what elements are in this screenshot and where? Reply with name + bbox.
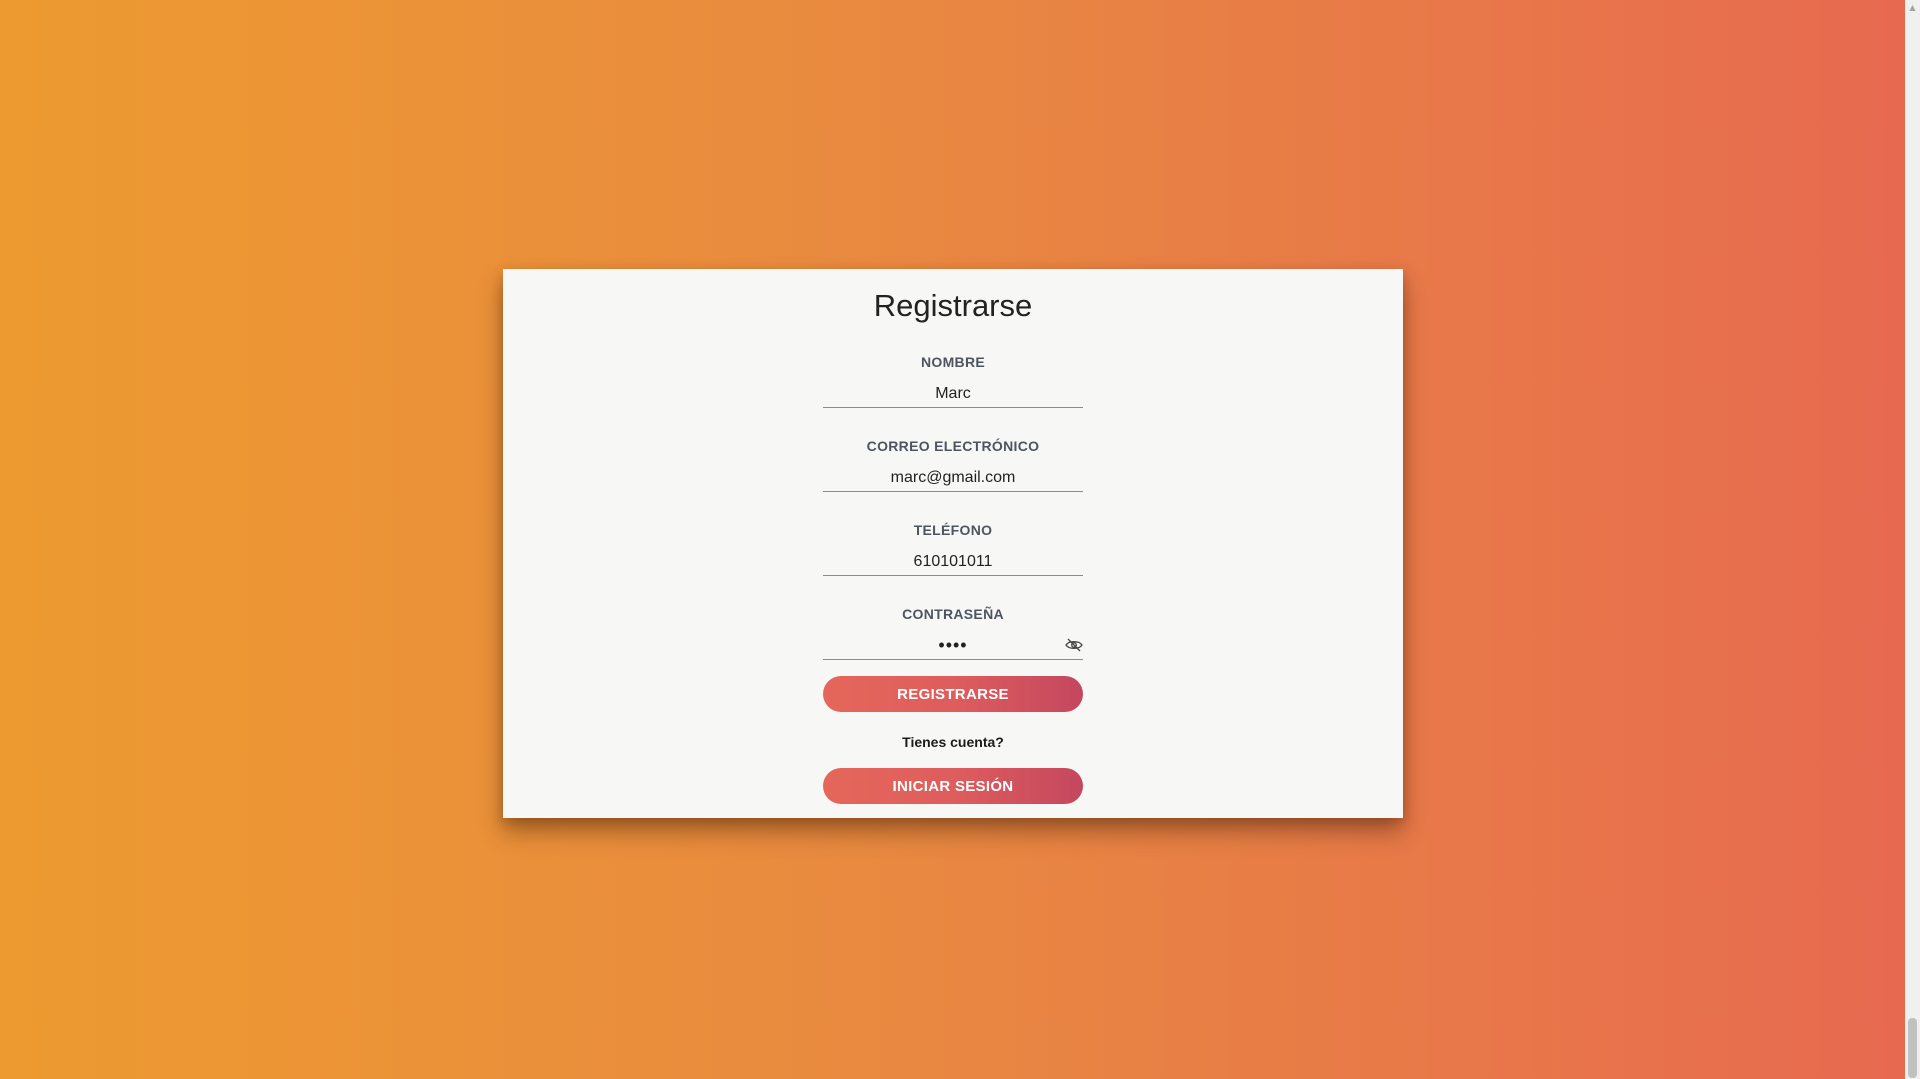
vertical-scrollbar[interactable]: ▲: [1905, 0, 1920, 1079]
phone-input[interactable]: [823, 540, 1083, 576]
email-input[interactable]: [823, 456, 1083, 492]
password-input-wrapper: [823, 624, 1083, 660]
account-question-text: Tienes cuenta?: [902, 734, 1004, 750]
scrollbar-thumb[interactable]: [1908, 1018, 1917, 1078]
eye-slash-icon[interactable]: [1065, 638, 1083, 652]
password-input[interactable]: [823, 624, 1083, 660]
password-label: CONTRASEÑA: [902, 606, 1004, 622]
name-label: NOMBRE: [920, 354, 986, 370]
register-card: Registrarse NOMBRE CORREO ELECTRÓNICO TE…: [503, 269, 1403, 818]
scroll-up-arrow-icon[interactable]: ▲: [1905, 0, 1920, 15]
name-input[interactable]: [823, 372, 1083, 408]
email-label: CORREO ELECTRÓNICO: [866, 438, 1040, 454]
email-field: CORREO ELECTRÓNICO: [823, 438, 1083, 492]
phone-label: TELÉFONO: [913, 522, 993, 538]
login-button[interactable]: INICIAR SESIÓN: [823, 768, 1083, 804]
password-field: CONTRASEÑA: [823, 606, 1083, 660]
phone-field: TELÉFONO: [823, 522, 1083, 576]
name-field: NOMBRE: [823, 354, 1083, 408]
page-title: Registrarse: [873, 288, 1033, 323]
register-button[interactable]: REGISTRARSE: [823, 676, 1083, 712]
